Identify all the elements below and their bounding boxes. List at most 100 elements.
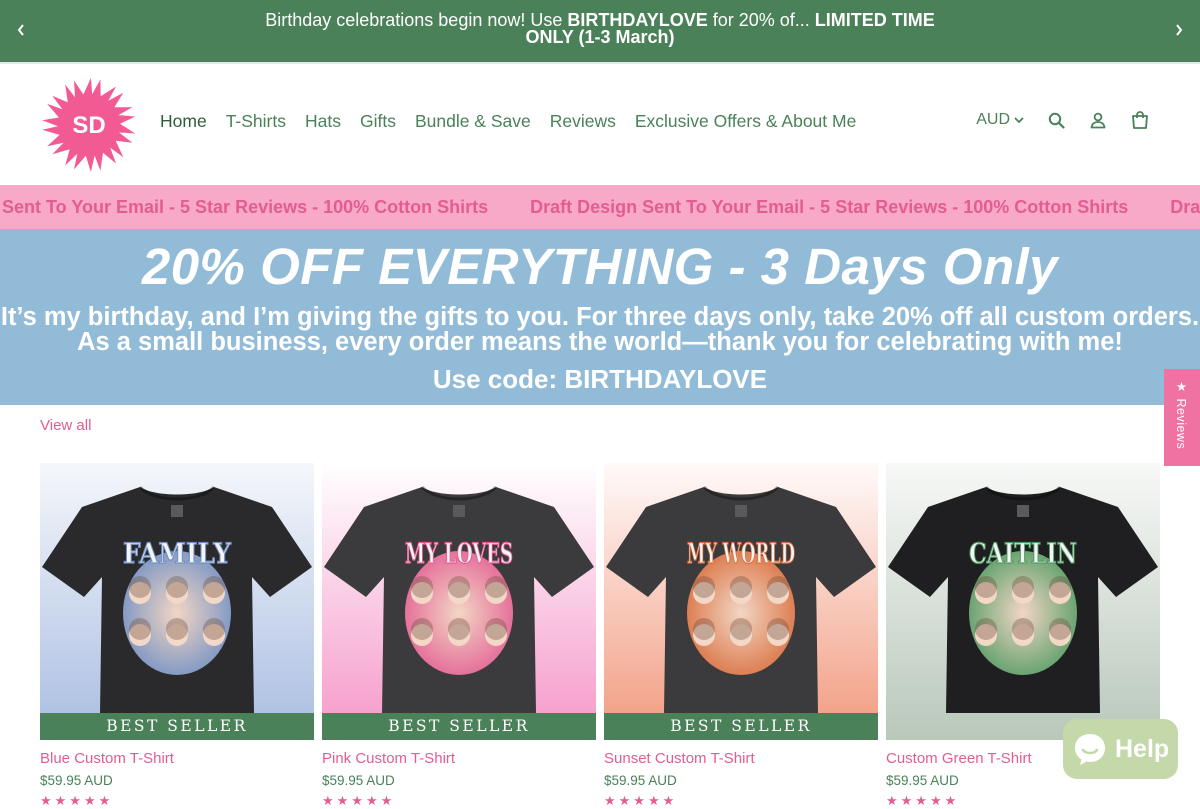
nav-bundle-save[interactable]: Bundle & Save: [415, 111, 531, 132]
best-seller-badge: BEST SELLER: [40, 713, 314, 740]
product-price: $59.95 AUD: [40, 773, 113, 788]
hair-shape: [411, 618, 433, 640]
store-logo[interactable]: SD: [40, 76, 138, 174]
hair-shape: [1049, 576, 1071, 598]
main-navigation: Home T-Shirts Hats Gifts Bundle & Save R…: [160, 111, 856, 132]
help-label: Help: [1115, 734, 1170, 763]
shirt-tag-shape: [735, 505, 747, 517]
chevron-down-icon: [1014, 116, 1024, 123]
sun-logo-icon: SD: [42, 78, 136, 172]
product-title[interactable]: Blue Custom T-Shirt: [40, 750, 174, 767]
product-image[interactable]: MY WORLD: [604, 463, 878, 740]
hair-shape: [975, 576, 997, 598]
star-rating-icon: ★★★★★: [40, 793, 114, 808]
hair-shape: [1012, 576, 1034, 598]
search-button[interactable]: [1046, 110, 1066, 130]
reviews-side-tab[interactable]: ★ Reviews: [1164, 369, 1200, 466]
star-rating-icon: ★★★★★: [322, 793, 396, 808]
t-shirt-image: MY WORLD: [604, 463, 878, 740]
hair-shape: [1049, 618, 1071, 640]
hair-shape: [693, 576, 715, 598]
hair-shape: [485, 576, 507, 598]
site-header: SD Home T-Shirts Hats Gifts Bundle & Sav…: [0, 64, 1200, 185]
product-image[interactable]: CAITLIN: [886, 463, 1160, 740]
product-grid: FAMILY BEST SELLER Blue Custom T-Shirt $…: [40, 463, 1160, 808]
best-seller-badge: BEST SELLER: [604, 713, 878, 740]
hair-shape: [1012, 618, 1034, 640]
promo-headline: 20% OFF EVERYTHING - 3 Days Only: [141, 238, 1059, 295]
best-seller-badge: BEST SELLER: [322, 713, 596, 740]
logo-text: SD: [72, 112, 105, 139]
t-shirt-image: MY LOVES: [322, 463, 596, 740]
reviews-tab-label: ★ Reviews: [1174, 379, 1188, 450]
product-card[interactable]: FAMILY BEST SELLER Blue Custom T-Shirt $…: [40, 463, 314, 808]
currency-label: AUD: [976, 111, 1010, 128]
hair-shape: [485, 618, 507, 640]
shirt-tag-shape: [453, 505, 465, 517]
announcement-bar: Birthday celebrations begin now! Use BIR…: [0, 0, 1200, 62]
search-icon: [1048, 112, 1065, 129]
promo-line-2: As a small business, every order means t…: [77, 328, 1123, 356]
cart-button[interactable]: [1130, 110, 1150, 130]
hair-shape: [203, 576, 225, 598]
chevron-right-icon: [1176, 24, 1183, 36]
product-title[interactable]: Sunset Custom T-Shirt: [604, 750, 755, 767]
hair-shape: [975, 618, 997, 640]
hair-shape: [448, 576, 470, 598]
scrolling-banner-track: Draft Design Sent To Your Email - 5 Star…: [0, 197, 1200, 218]
next-announcement-button[interactable]: [1169, 18, 1189, 42]
product-title[interactable]: Custom Green T-Shirt: [886, 750, 1032, 767]
announcement-message[interactable]: Birthday celebrations begin now! Use BIR…: [255, 10, 945, 46]
banner-text: Draft Design Sent To Your Email - 5 Star…: [530, 197, 1129, 217]
hair-shape: [129, 618, 151, 640]
chat-bubble-icon: [1071, 730, 1109, 768]
shirt-tag-shape: [1017, 505, 1029, 517]
nav-home[interactable]: Home: [160, 111, 207, 132]
product-price: $59.95 AUD: [886, 773, 959, 788]
shirt-tag-shape: [171, 505, 183, 517]
hair-shape: [203, 618, 225, 640]
previous-announcement-button[interactable]: [11, 18, 31, 42]
hair-shape: [730, 576, 752, 598]
product-card[interactable]: MY LOVES BEST SELLER Pink Custom T-Shirt…: [322, 463, 596, 808]
product-price: $59.95 AUD: [604, 773, 677, 788]
product-card[interactable]: MY WORLD BEST SELLER Sunset Custom T-Shi…: [604, 463, 878, 808]
hair-shape: [767, 618, 789, 640]
currency-selector[interactable]: AUD: [976, 111, 1024, 129]
hair-shape: [767, 576, 789, 598]
shirt-print-text: MY WORLD: [687, 537, 795, 570]
star-rating-icon: ★★★★★: [886, 793, 960, 808]
nav-gifts[interactable]: Gifts: [360, 111, 396, 132]
shirt-print-text: FAMILY: [123, 537, 232, 570]
nav-t-shirts[interactable]: T-Shirts: [226, 111, 286, 132]
t-shirt-image: FAMILY: [40, 463, 314, 740]
product-title[interactable]: Pink Custom T-Shirt: [322, 750, 455, 767]
promo-description: It’s my birthday, and I’m giving the gif…: [0, 303, 1200, 356]
product-price: $59.95 AUD: [322, 773, 395, 788]
hair-shape: [730, 618, 752, 640]
product-image[interactable]: FAMILY: [40, 463, 314, 740]
hair-shape: [166, 618, 188, 640]
chevron-left-icon: [17, 24, 24, 36]
product-image[interactable]: MY LOVES: [322, 463, 596, 740]
promo-banner: 20% OFF EVERYTHING - 3 Days Only It’s my…: [0, 229, 1200, 405]
hair-shape: [448, 618, 470, 640]
star-rating-icon: ★★★★★: [604, 793, 678, 808]
view-all-link[interactable]: View all: [40, 417, 91, 434]
account-button[interactable]: [1088, 110, 1108, 130]
shirt-print-text: MY LOVES: [405, 537, 513, 570]
announcement-middle: for 20% of...: [707, 10, 815, 30]
help-chat-button[interactable]: Help: [1063, 719, 1178, 779]
user-icon: [1090, 112, 1106, 129]
promo-line-1: It’s my birthday, and I’m giving the gif…: [0, 303, 1200, 331]
shopping-bag-icon: [1132, 111, 1148, 129]
hair-shape: [166, 576, 188, 598]
nav-hats[interactable]: Hats: [305, 111, 341, 132]
t-shirt-image: CAITLIN: [886, 463, 1160, 740]
nav-reviews[interactable]: Reviews: [550, 111, 616, 132]
banner-text: Draft Design Sent To Your Email - 5 Star…: [0, 197, 489, 217]
scrolling-banner: Draft Design Sent To Your Email - 5 Star…: [0, 185, 1200, 229]
nav-exclusive-offers[interactable]: Exclusive Offers & About Me: [635, 111, 856, 132]
header-utilities: AUD: [976, 110, 1150, 130]
hair-shape: [411, 576, 433, 598]
